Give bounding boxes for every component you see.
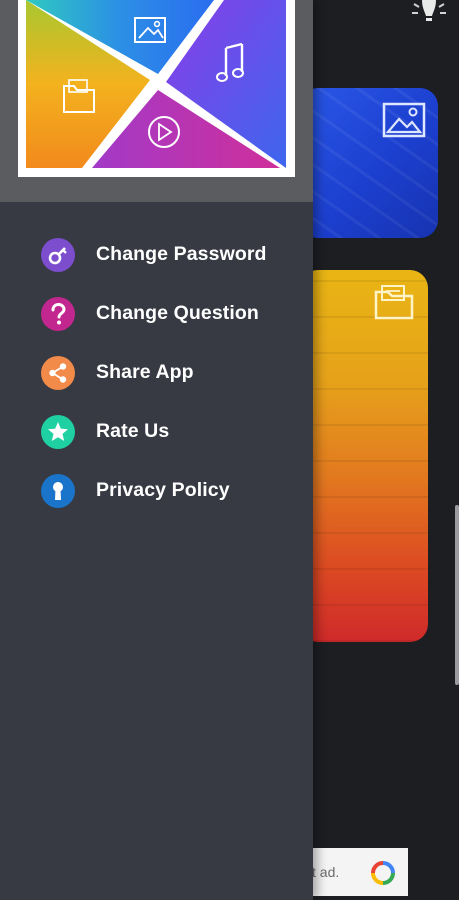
images-card[interactable] bbox=[300, 88, 438, 238]
ad-text: t ad. bbox=[312, 864, 340, 880]
adchoices-icon[interactable] bbox=[370, 860, 396, 886]
star-icon bbox=[41, 415, 75, 449]
menu-label: Change Question bbox=[96, 302, 259, 324]
keyhole-icon bbox=[41, 474, 75, 508]
question-icon bbox=[41, 297, 75, 331]
share-icon bbox=[41, 356, 75, 390]
menu-item-rate-us[interactable]: Rate Us bbox=[0, 403, 313, 462]
menu-label: Privacy Policy bbox=[96, 479, 230, 501]
ad-banner[interactable]: t ad. bbox=[300, 848, 408, 896]
menu-item-share-app[interactable]: Share App bbox=[0, 344, 313, 403]
drawer-menu: Change Password Change Question Share Ap… bbox=[0, 226, 313, 521]
key-icon bbox=[41, 238, 75, 272]
files-card[interactable] bbox=[300, 270, 428, 642]
drawer-header bbox=[0, 0, 313, 202]
menu-item-change-question[interactable]: Change Question bbox=[0, 285, 313, 344]
menu-label: Rate Us bbox=[96, 420, 170, 442]
image-icon bbox=[382, 102, 426, 138]
menu-item-change-password[interactable]: Change Password bbox=[0, 226, 313, 285]
menu-label: Share App bbox=[96, 361, 194, 383]
header-collage bbox=[26, 0, 286, 168]
header-artwork bbox=[18, 0, 295, 177]
folder-icon bbox=[374, 285, 414, 320]
navigation-drawer: Change Password Change Question Share Ap… bbox=[0, 0, 313, 900]
menu-item-privacy-policy[interactable]: Privacy Policy bbox=[0, 462, 313, 521]
menu-label: Change Password bbox=[96, 243, 267, 265]
lightbulb-icon[interactable] bbox=[410, 0, 448, 28]
scrollbar[interactable] bbox=[455, 505, 459, 685]
